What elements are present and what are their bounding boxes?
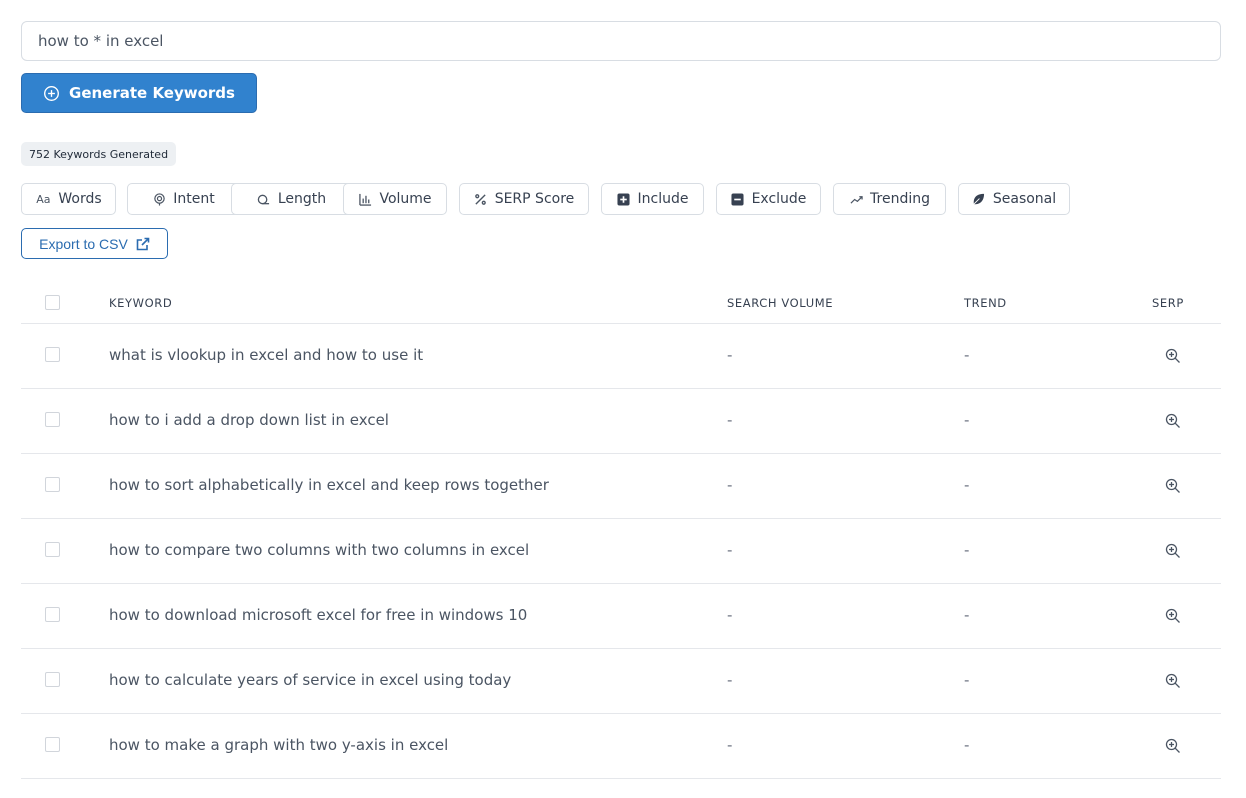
table-row: how to make a graph with two y-axis in e… [21, 714, 1221, 779]
header-serp: SERP [1152, 296, 1184, 310]
filter-volume-button[interactable]: Volume [343, 183, 447, 215]
text-aa-icon: Aa [36, 192, 51, 206]
bar-chart-icon [358, 192, 372, 206]
zoom-in-icon[interactable] [1165, 673, 1181, 689]
filter-trending-button[interactable]: Trending [833, 183, 946, 215]
zoom-in-icon[interactable] [1165, 608, 1181, 624]
search-volume-cell: - [727, 736, 733, 754]
filter-label: Seasonal [992, 191, 1057, 207]
trend-up-icon [849, 192, 863, 206]
filter-label: Include [637, 191, 689, 207]
ruler-icon [257, 192, 271, 206]
keywords-table: KEYWORD SEARCH VOLUME TREND SERP what is… [21, 283, 1221, 779]
keyword-cell: how to compare two columns with two colu… [109, 541, 530, 559]
header-trend[interactable]: TREND [964, 296, 1007, 310]
keyword-cell: how to download microsoft excel for free… [109, 606, 528, 624]
row-checkbox[interactable] [45, 347, 60, 362]
filter-label: Words [58, 191, 102, 207]
search-volume-cell: - [727, 541, 733, 559]
keyword-cell: what is vlookup in excel and how to use … [109, 346, 424, 364]
trend-cell: - [964, 411, 970, 429]
filter-seasonal-button[interactable]: Seasonal [958, 183, 1070, 215]
minus-square-icon [731, 192, 745, 206]
row-checkbox[interactable] [45, 477, 60, 492]
filter-label: Trending [870, 191, 930, 207]
generate-keywords-label: Generate Keywords [69, 84, 235, 102]
search-volume-cell: - [727, 411, 733, 429]
filter-label: Length [277, 191, 327, 207]
filter-label: Exclude [751, 191, 807, 207]
filter-label: Volume [379, 191, 432, 207]
trend-cell: - [964, 671, 970, 689]
filter-serp-score-button[interactable]: SERP Score [459, 183, 589, 215]
row-checkbox[interactable] [45, 607, 60, 622]
zoom-in-icon[interactable] [1165, 348, 1181, 364]
keyword-cell: how to i add a drop down list in excel [109, 411, 389, 429]
filter-words-button[interactable]: Aa Words [21, 183, 116, 215]
trend-cell: - [964, 736, 970, 754]
filter-label: SERP Score [494, 191, 575, 207]
table-row: how to i add a drop down list in excel -… [21, 389, 1221, 454]
trend-cell: - [964, 606, 970, 624]
filter-include-button[interactable]: Include [601, 183, 704, 215]
row-checkbox[interactable] [45, 412, 60, 427]
filter-label: Intent [173, 191, 215, 207]
filter-intent-button[interactable]: Intent [127, 183, 240, 215]
table-row: how to compare two columns with two colu… [21, 519, 1221, 584]
keyword-cell: how to make a graph with two y-axis in e… [109, 736, 449, 754]
filter-exclude-button[interactable]: Exclude [716, 183, 821, 215]
zoom-in-icon[interactable] [1165, 478, 1181, 494]
export-csv-label: Export to CSV [39, 235, 128, 252]
search-volume-cell: - [727, 671, 733, 689]
row-checkbox[interactable] [45, 542, 60, 557]
zoom-in-icon[interactable] [1165, 413, 1181, 429]
keyword-cell: how to sort alphabetically in excel and … [109, 476, 549, 494]
trend-cell: - [964, 346, 970, 364]
table-row: how to download microsoft excel for free… [21, 584, 1221, 649]
target-icon [152, 192, 166, 206]
plus-circle-icon [43, 85, 60, 102]
leaf-icon [972, 192, 986, 206]
search-volume-cell: - [727, 476, 733, 494]
zoom-in-icon[interactable] [1165, 543, 1181, 559]
table-row: what is vlookup in excel and how to use … [21, 324, 1221, 389]
row-checkbox[interactable] [45, 672, 60, 687]
export-csv-button[interactable]: Export to CSV [21, 228, 168, 259]
percent-icon [474, 192, 488, 206]
table-row: how to calculate years of service in exc… [21, 649, 1221, 714]
keyword-count-badge: 752 Keywords Generated [21, 142, 177, 166]
plus-square-icon [617, 192, 631, 206]
trend-cell: - [964, 476, 970, 494]
trend-cell: - [964, 541, 970, 559]
table-header: KEYWORD SEARCH VOLUME TREND SERP [21, 283, 1221, 324]
search-volume-cell: - [727, 606, 733, 624]
table-row: how to sort alphabetically in excel and … [21, 454, 1221, 519]
external-link-icon [136, 237, 150, 251]
header-search-volume[interactable]: SEARCH VOLUME [727, 296, 833, 310]
search-volume-cell: - [727, 346, 733, 364]
row-checkbox[interactable] [45, 737, 60, 752]
generate-keywords-button[interactable]: Generate Keywords [21, 73, 257, 113]
zoom-in-icon[interactable] [1165, 738, 1181, 754]
header-keyword[interactable]: KEYWORD [109, 296, 172, 310]
keyword-cell: how to calculate years of service in exc… [109, 671, 512, 689]
select-all-checkbox[interactable] [45, 295, 60, 310]
filter-length-button[interactable]: Length [231, 183, 352, 215]
keyword-search-input[interactable] [21, 21, 1221, 61]
